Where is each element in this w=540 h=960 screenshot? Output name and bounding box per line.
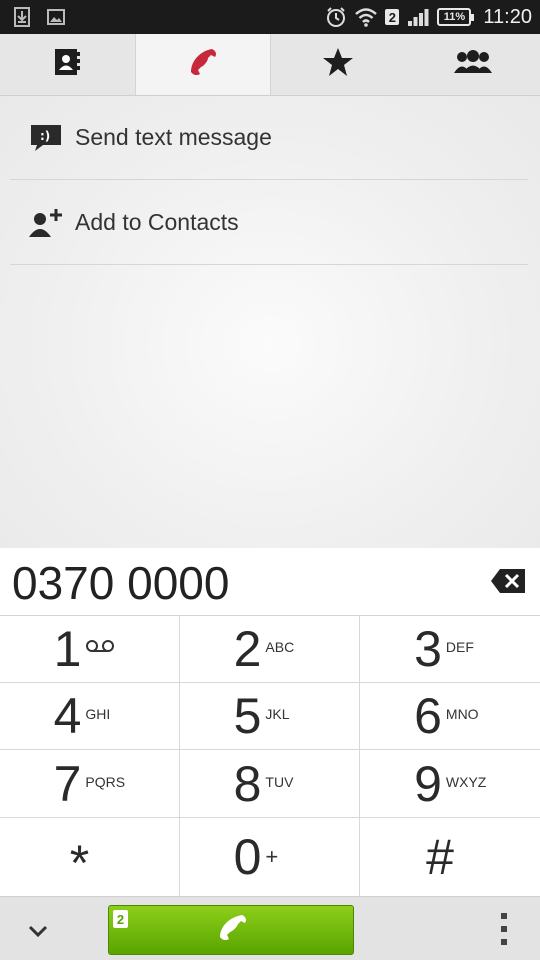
groups-icon	[453, 49, 492, 80]
key-7[interactable]: 7 PQRS	[0, 750, 180, 818]
key-digit: 8	[233, 755, 262, 812]
clock: 11:20	[483, 5, 532, 28]
call-sim-badge: 2	[113, 910, 128, 928]
phone-handset-icon	[186, 45, 220, 84]
key-8[interactable]: 8 TUV	[180, 750, 360, 818]
key-0[interactable]: 0 +	[180, 818, 360, 896]
tab-bar	[0, 34, 540, 96]
tab-phone[interactable]	[134, 34, 271, 95]
key-digit: 4	[53, 688, 82, 744]
phone-call-icon	[212, 913, 250, 948]
key-letters: ABC	[265, 639, 295, 655]
overflow-menu-icon[interactable]	[494, 913, 514, 945]
tab-groups[interactable]	[406, 34, 540, 95]
chevron-down-icon[interactable]	[18, 915, 58, 945]
tab-favorites[interactable]	[271, 34, 406, 95]
key-digit: *	[69, 835, 90, 891]
key-digit: 9	[414, 755, 442, 812]
signal-icon	[407, 7, 429, 27]
star-icon	[322, 46, 354, 83]
tab-contacts[interactable]	[0, 34, 135, 95]
key-letters: WXYZ	[445, 773, 487, 790]
key-star[interactable]: *	[0, 818, 180, 896]
key-6[interactable]: 6 MNO	[360, 683, 540, 750]
key-letters: PQRS	[85, 773, 126, 790]
message-icon: :)	[18, 123, 74, 153]
wifi-icon	[355, 7, 378, 27]
key-digit: 1	[53, 621, 82, 677]
sim-badge: 2	[385, 9, 400, 25]
add-to-contacts-item[interactable]: Add to Contacts	[10, 181, 528, 265]
alarm-icon	[325, 6, 347, 28]
contact-book-icon	[52, 47, 82, 82]
number-display: 0370 0000	[0, 548, 540, 616]
key-3[interactable]: 3 DEF	[360, 616, 540, 683]
key-digit: #	[426, 829, 454, 885]
key-digit: 2	[233, 621, 262, 677]
add-contact-icon	[18, 207, 74, 239]
key-letters: JKL	[265, 706, 290, 722]
key-letters: TUV	[265, 773, 294, 790]
key-hash[interactable]: #	[360, 818, 540, 896]
key-5[interactable]: 5 JKL	[180, 683, 360, 750]
add-to-contacts-label: Add to Contacts	[75, 209, 239, 235]
key-digit: 3	[414, 621, 442, 677]
download-icon	[12, 6, 34, 28]
call-button[interactable]: 2	[108, 905, 354, 955]
voicemail-icon	[85, 639, 125, 656]
key-letters: GHI	[85, 706, 111, 722]
send-text-message-label: Send text message	[75, 124, 272, 150]
image-icon	[46, 6, 66, 28]
key-2[interactable]: 2 ABC	[180, 616, 360, 683]
key-digit: 5	[233, 688, 262, 744]
keypad: 1 2 ABC 3 DEF 4 GHI 5 JKL 6 MNO 7 PQRS 8…	[0, 616, 540, 896]
key-9[interactable]: 9 WXYZ	[360, 750, 540, 818]
key-1[interactable]: 1	[0, 616, 180, 683]
send-text-message-item[interactable]: :) Send text message	[10, 96, 528, 180]
key-letters: MNO	[445, 706, 479, 722]
bottom-bar: 2	[0, 896, 540, 960]
key-digit: 7	[53, 755, 82, 812]
key-letters: DEF	[445, 639, 474, 655]
battery-icon: 11%	[437, 8, 475, 26]
key-letters: +	[265, 844, 279, 869]
battery-level: 11%	[443, 11, 466, 23]
svg-text::): :)	[40, 129, 50, 143]
key-4[interactable]: 4 GHI	[0, 683, 180, 750]
main-content: :) Send text message Add to Contacts	[0, 96, 540, 548]
backspace-icon[interactable]	[490, 568, 526, 594]
status-bar: 2 11% 11:20	[0, 0, 540, 34]
key-digit: 6	[414, 688, 442, 744]
key-digit: 0	[233, 829, 262, 885]
dialed-number[interactable]: 0370 0000	[12, 556, 229, 610]
